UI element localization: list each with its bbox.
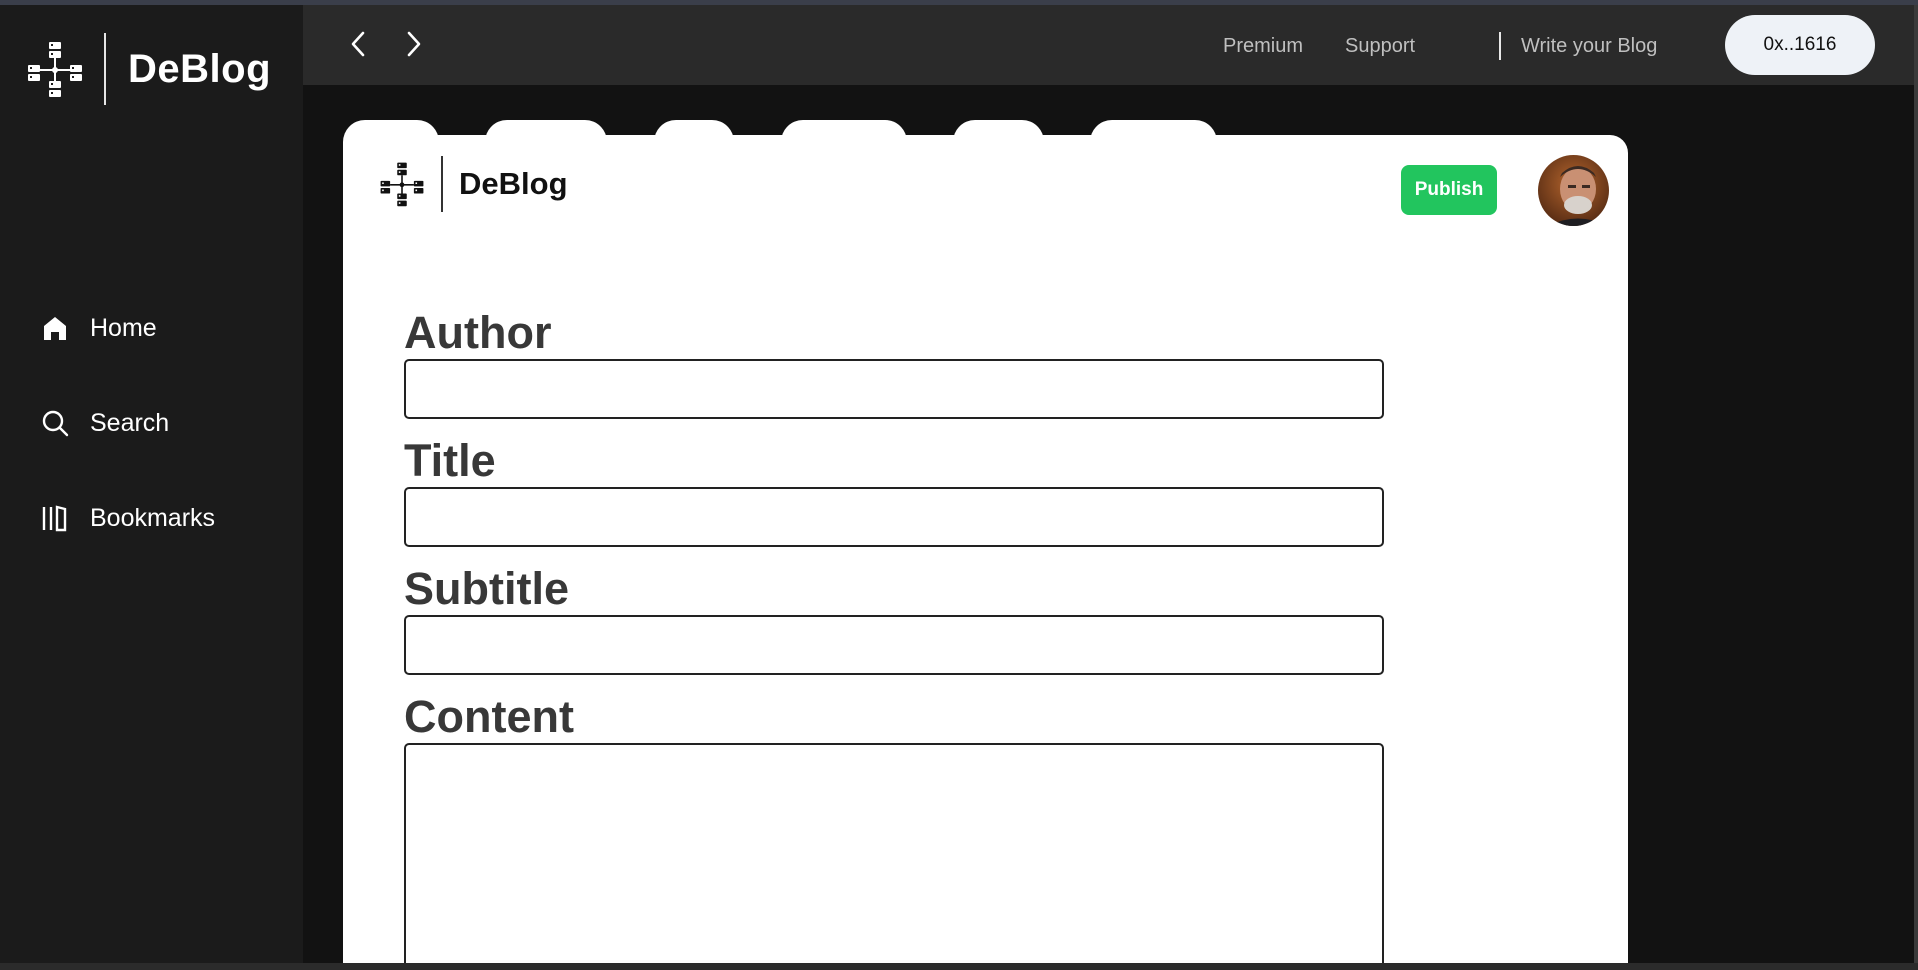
- editor-brand[interactable]: DeBlog: [379, 155, 568, 213]
- premium-link[interactable]: Premium: [1223, 35, 1303, 58]
- title-input[interactable]: [404, 487, 1384, 547]
- window-right-edge: [1914, 5, 1918, 970]
- publish-button[interactable]: Publish: [1401, 165, 1497, 215]
- content-textarea[interactable]: [404, 743, 1384, 970]
- network-logo-icon: [26, 40, 84, 98]
- sidebar-nav: Home Search Bookmarks: [40, 307, 215, 592]
- network-logo-icon: [379, 159, 425, 209]
- sidebar: DeBlog Home Search Bookmarks: [0, 5, 303, 970]
- write-blog-link[interactable]: Write your Blog: [1521, 35, 1657, 58]
- subtitle-label: Subtitle: [404, 563, 569, 614]
- chevron-left-icon[interactable]: [343, 27, 373, 61]
- bookmarks-icon: [40, 503, 70, 533]
- brand-name: DeBlog: [128, 46, 271, 91]
- avatar[interactable]: [1538, 155, 1609, 226]
- sidebar-item-bookmarks[interactable]: Bookmarks: [40, 497, 215, 539]
- author-input[interactable]: [404, 359, 1384, 419]
- support-link[interactable]: Support: [1345, 35, 1415, 58]
- sidebar-item-label: Bookmarks: [90, 503, 216, 532]
- brand-divider: [104, 33, 106, 105]
- sidebar-item-search[interactable]: Search: [40, 402, 215, 444]
- subtitle-input[interactable]: [404, 615, 1384, 675]
- chevron-right-icon[interactable]: [399, 27, 429, 61]
- sidebar-item-label: Home: [90, 313, 157, 342]
- sidebar-item-home[interactable]: Home: [40, 307, 215, 349]
- search-icon: [40, 408, 70, 438]
- brand-divider: [441, 156, 443, 212]
- sidebar-item-label: Search: [90, 408, 170, 437]
- topbar-divider: [1499, 32, 1501, 60]
- author-label: Author: [404, 307, 552, 358]
- sidebar-brand[interactable]: DeBlog: [26, 31, 271, 107]
- home-icon: [40, 313, 70, 343]
- title-label: Title: [404, 435, 496, 486]
- editor-card: DeBlog Publish Author Title Subtitle Con…: [343, 135, 1628, 970]
- editor-brand-name: DeBlog: [459, 166, 568, 201]
- window-bottom-strip: [0, 963, 1918, 970]
- top-bar: Premium Support Write your Blog 0x..1616: [303, 5, 1918, 85]
- blog-form: Author Title Subtitle Content: [404, 309, 1384, 970]
- content-label: Content: [404, 691, 574, 742]
- wallet-address-button[interactable]: 0x..1616: [1725, 15, 1875, 75]
